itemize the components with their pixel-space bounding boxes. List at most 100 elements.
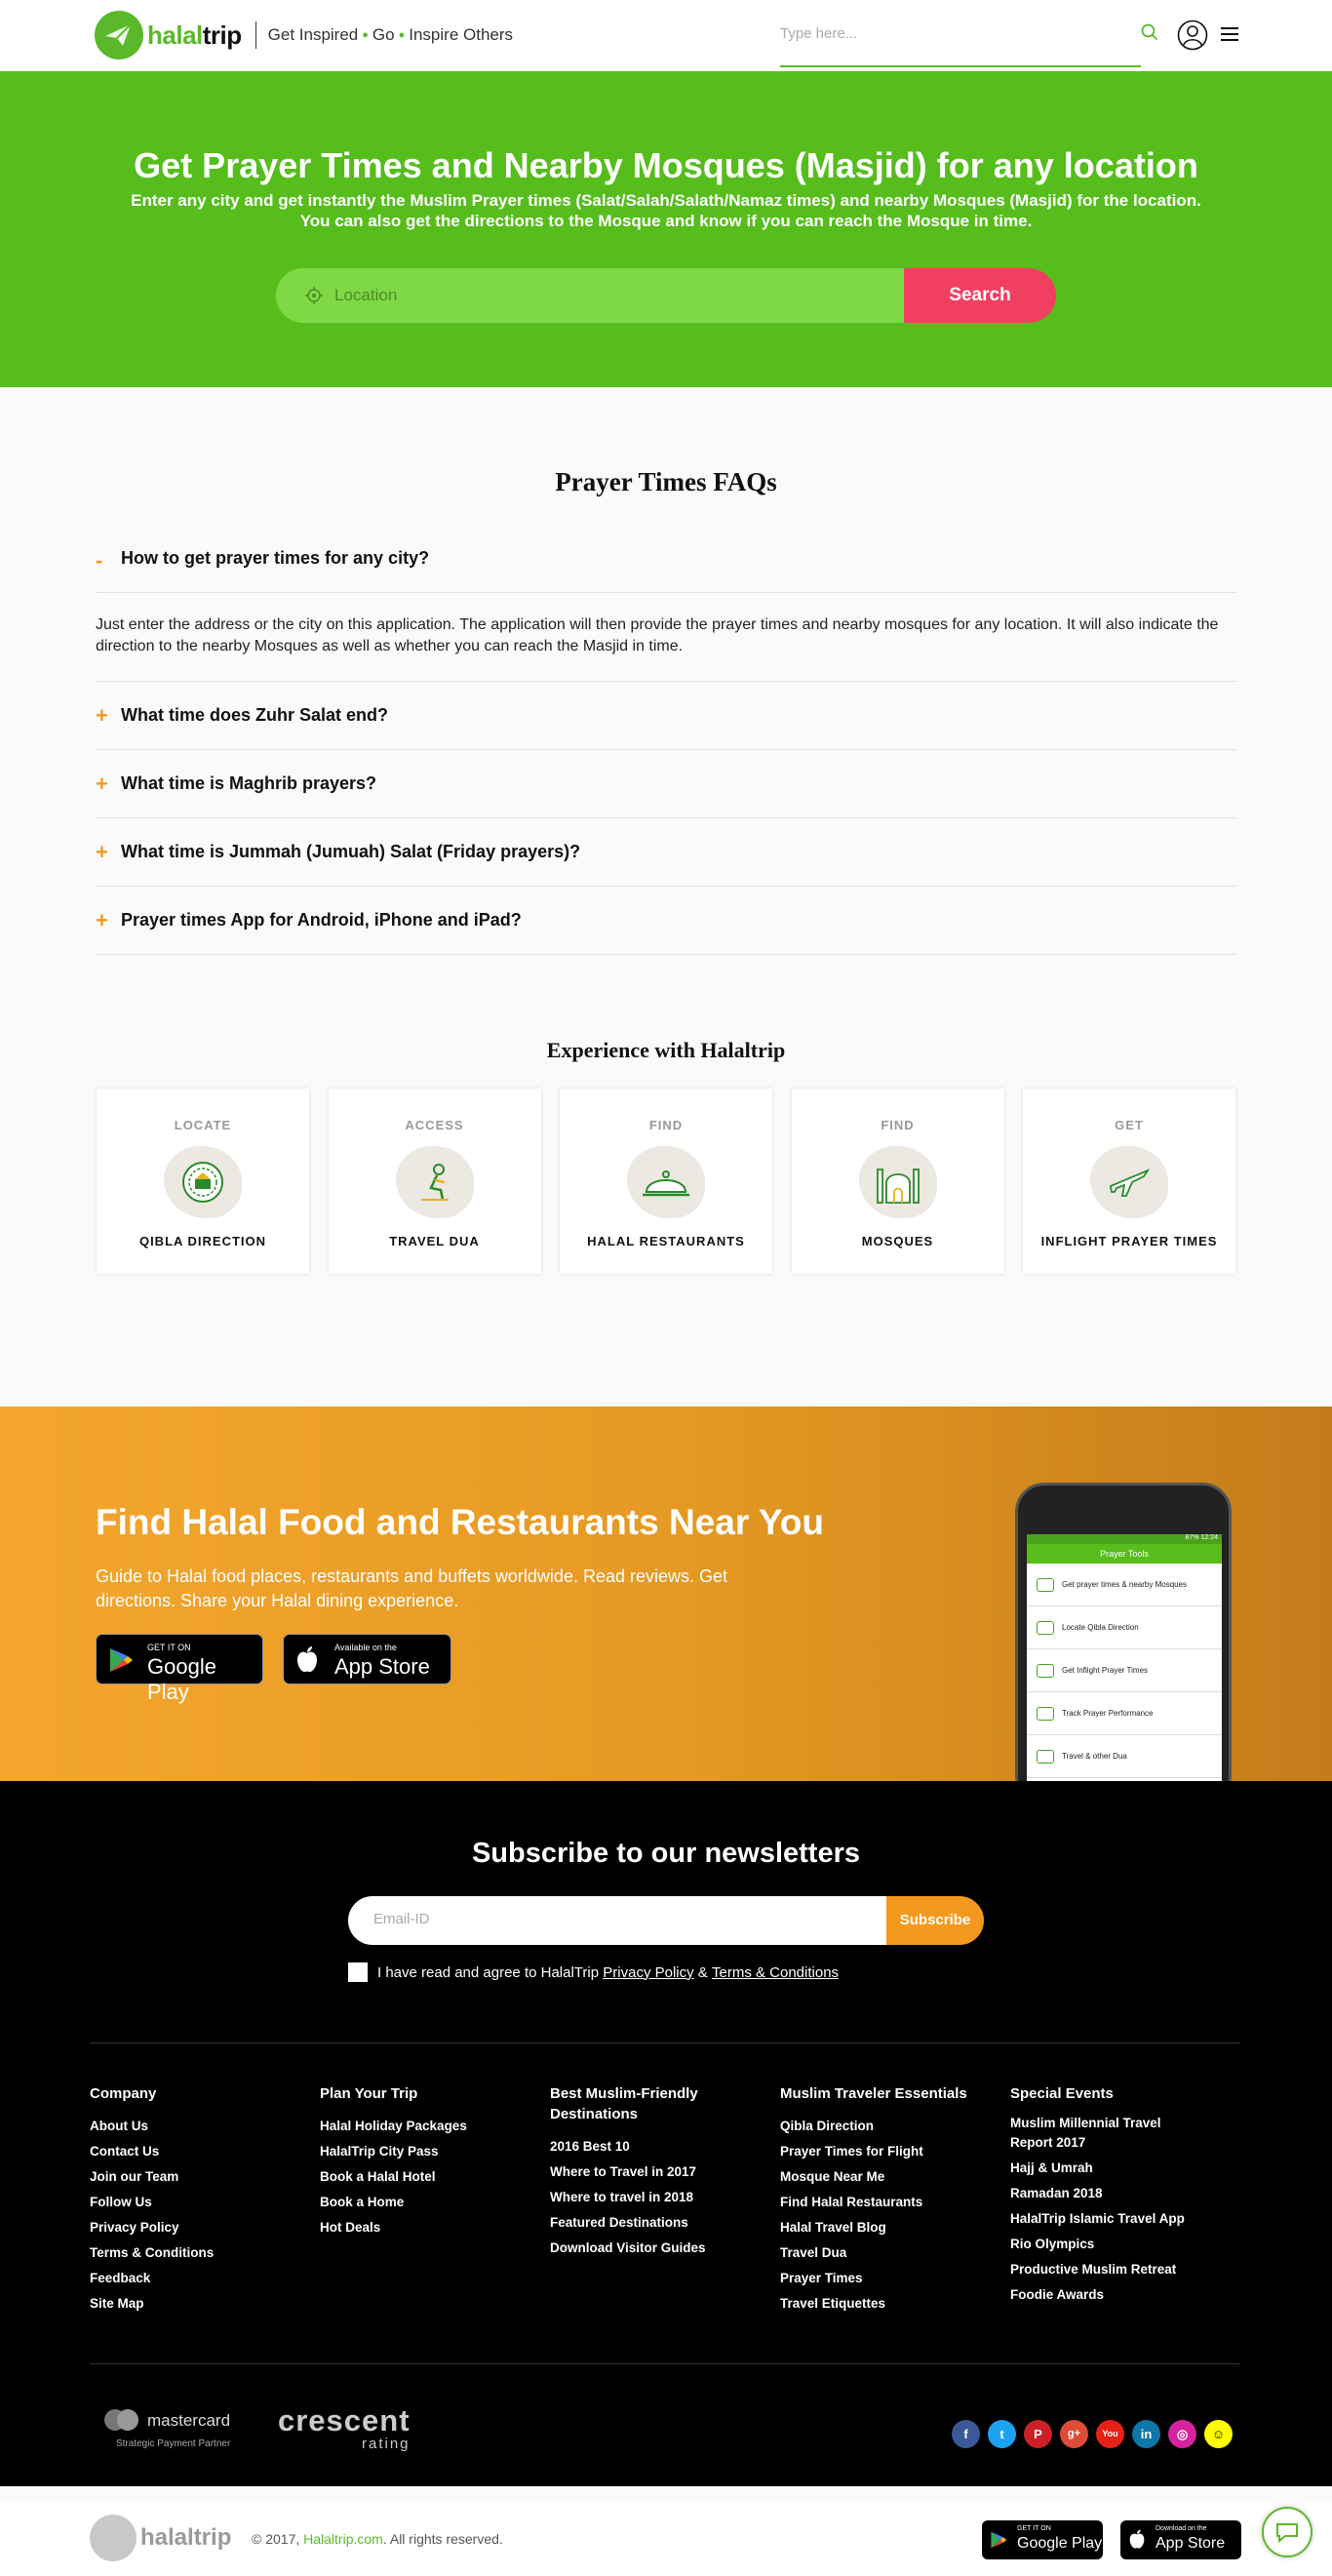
promo-text: Guide to Halal food places, restaurants … <box>96 1566 728 1610</box>
card-label: QIBLA DIRECTION <box>138 1234 267 1248</box>
google-plus-icon[interactable]: g+ <box>1060 2420 1088 2448</box>
footer-link[interactable]: Hajj & Umrah <box>1010 2156 1186 2181</box>
halaltrip-link[interactable]: Halaltrip.com <box>303 2531 383 2547</box>
experience-section: Experience with Halaltrip LOCATE QIBLA D… <box>0 1038 1332 1407</box>
footer-link[interactable]: Productive Muslim Retreat <box>1010 2257 1186 2282</box>
user-account-icon[interactable] <box>1177 20 1208 56</box>
footer-link[interactable]: Qibla Direction <box>780 2114 995 2139</box>
footer-link[interactable]: Travel Dua <box>780 2240 995 2266</box>
footer-link[interactable]: Join our Team <box>90 2164 304 2190</box>
partners: mastercard Strategic Payment Partner cre… <box>104 2405 411 2452</box>
footer-link[interactable]: Prayer Times <box>780 2266 995 2291</box>
instagram-icon[interactable]: ◎ <box>1168 2420 1196 2448</box>
footer-col-title: Special Events <box>1010 2085 1114 2102</box>
footer-link[interactable]: Featured Destinations <box>550 2210 735 2236</box>
phone-mockup: 87% 12:24 Prayer Tools Get prayer times … <box>1015 1483 1232 1781</box>
email-input[interactable]: Email-ID <box>348 1896 886 1945</box>
footer-link[interactable]: Where to travel in 2018 <box>550 2185 735 2210</box>
snapchat-icon[interactable]: ☺ <box>1204 2420 1233 2448</box>
logo-mark-icon <box>95 11 143 59</box>
halaltrip-logo[interactable]: halaltrip Get Inspired ● Go ● Inspire Others <box>95 11 513 59</box>
footer-link[interactable]: Find Halal Restaurants <box>780 2190 995 2215</box>
card-qibla-direction[interactable]: LOCATE QIBLA DIRECTION <box>97 1089 309 1274</box>
app-store-button-small[interactable]: Download on the App Store <box>1120 2520 1241 2559</box>
footer-link[interactable]: Contact Us <box>90 2139 304 2164</box>
footer-link[interactable]: Mosque Near Me <box>780 2164 995 2190</box>
faq-item-4[interactable]: + What time is Jummah (Jumuah) Salat (Fr… <box>96 818 1236 887</box>
footer-link[interactable]: Ramadan 2018 <box>1010 2181 1186 2206</box>
faq-item-3[interactable]: + What time is Maghrib prayers? <box>96 750 1236 818</box>
footer-link[interactable]: Prayer Times for Flight <box>780 2139 995 2164</box>
location-search-button[interactable]: Search <box>904 268 1056 323</box>
faq-question: What time is Jummah (Jumuah) Salat (Frid… <box>121 842 581 861</box>
crescent-rating-logo: crescent rating <box>278 2402 411 2452</box>
location-input[interactable]: Location <box>276 268 904 323</box>
google-play-button-small[interactable]: GET IT ON Google Play <box>982 2520 1103 2559</box>
agree-terms: I have read and agree to HalalTrip Priva… <box>348 1962 839 1982</box>
footer-link[interactable]: Where to Travel in 2017 <box>550 2160 735 2185</box>
footer-col-company: Company About Us Contact Us Join our Tea… <box>90 2083 304 2317</box>
card-halal-restaurants[interactable]: FIND HALAL RESTAURANTS <box>560 1089 772 1274</box>
footer-link[interactable]: Foodie Awards <box>1010 2282 1186 2308</box>
faq-section: Prayer Times FAQs - How to get prayer ti… <box>0 387 1332 1038</box>
faq-item-1[interactable]: - How to get prayer times for any city? <box>96 548 1236 593</box>
pinterest-icon[interactable]: P <box>1024 2420 1052 2448</box>
footer-link[interactable]: Feedback <box>90 2266 304 2291</box>
faq-answer: Just enter the address or the city on th… <box>96 593 1236 682</box>
footer-logo[interactable]: halaltrip <box>90 2515 231 2561</box>
header-search-input[interactable]: Type here... <box>780 16 1141 67</box>
footer-link[interactable]: Halal Holiday Packages <box>320 2114 534 2139</box>
subscribe-button[interactable]: Subscribe <box>886 1896 984 1945</box>
card-label: TRAVEL DUA <box>389 1234 480 1248</box>
card-mosques[interactable]: FIND MOSQUES <box>791 1089 1004 1274</box>
footer-link[interactable]: Halal Travel Blog <box>780 2215 995 2240</box>
faq-question: What time does Zuhr Salat end? <box>121 705 389 725</box>
footer-link[interactable]: HalalTrip City Pass <box>320 2139 534 2164</box>
footer-col-title: Plan Your Trip <box>320 2085 418 2102</box>
card-label: HALAL RESTAURANTS <box>587 1234 745 1248</box>
facebook-icon[interactable]: f <box>952 2420 980 2448</box>
twitter-icon[interactable]: t <box>988 2420 1016 2448</box>
chat-bubble-icon[interactable] <box>1262 2507 1312 2557</box>
footer-link[interactable]: Follow Us <box>90 2190 304 2215</box>
card-travel-dua[interactable]: ACCESS TRAVEL DUA <box>328 1089 541 1274</box>
tagline: Get Inspired ● Go ● Inspire Others <box>267 25 514 44</box>
footer-link[interactable]: Privacy Policy <box>90 2215 304 2240</box>
footer-link[interactable]: Rio Olympics <box>1010 2232 1186 2257</box>
collapse-minus-icon: - <box>96 548 103 573</box>
footer-link[interactable]: Download Visitor Guides <box>550 2236 735 2261</box>
footer-link[interactable]: Site Map <box>90 2291 304 2317</box>
privacy-policy-link[interactable]: Privacy Policy <box>603 1964 693 1981</box>
google-play-button[interactable]: GET IT ON Google Play <box>96 1634 263 1704</box>
footer-link[interactable]: Travel Etiquettes <box>780 2291 995 2317</box>
footer-link[interactable]: HalalTrip Islamic Travel App <box>1010 2206 1186 2232</box>
footer-link[interactable]: 2016 Best 10 <box>550 2134 735 2160</box>
card-inflight-prayer-times[interactable]: GET INFLIGHT PRAYER TIMES <box>1023 1089 1235 1274</box>
footer-col-title: Best Muslim-Friendly Destinations <box>550 2085 698 2122</box>
footer-col-special-events: Special Events Muslim Millennial Travel … <box>1010 2083 1186 2308</box>
footer-link[interactable]: Book a Home <box>320 2190 534 2215</box>
app-store-button[interactable]: Available on the App Store <box>283 1634 451 1684</box>
footer-link[interactable]: Book a Halal Hotel <box>320 2164 534 2190</box>
expand-plus-icon: + <box>96 702 108 728</box>
footer-link[interactable]: Hot Deals <box>320 2215 534 2240</box>
expand-plus-icon: + <box>96 839 108 864</box>
footer-link[interactable]: Terms & Conditions <box>90 2240 304 2266</box>
faq-item-2[interactable]: + What time does Zuhr Salat end? <box>96 682 1236 750</box>
subscribe-title: Subscribe to our newsletters <box>471 1838 861 1869</box>
faq-item-5[interactable]: + Prayer times App for Android, iPhone a… <box>96 887 1236 955</box>
hero-title: Get Prayer Times and Nearby Mosques (Mas… <box>134 145 1198 185</box>
promo-title: Find Halal Food and Restaurants Near You <box>96 1502 824 1542</box>
agree-checkbox[interactable] <box>348 1962 368 1982</box>
footer-col-title: Muslim Traveler Essentials <box>780 2085 967 2102</box>
logo-mark-icon <box>90 2515 137 2561</box>
expand-plus-icon: + <box>96 907 108 932</box>
search-icon[interactable] <box>1141 23 1158 46</box>
subscribe-form: Email-ID Subscribe <box>348 1896 984 1945</box>
terms-link[interactable]: Terms & Conditions <box>712 1964 839 1981</box>
footer-link[interactable]: Muslim Millennial Travel Report 2017 <box>1010 2114 1186 2153</box>
youtube-icon[interactable]: You <box>1096 2420 1124 2448</box>
footer-link[interactable]: About Us <box>90 2114 304 2139</box>
linkedin-icon[interactable]: in <box>1132 2420 1160 2448</box>
hamburger-menu-icon[interactable] <box>1221 26 1238 47</box>
